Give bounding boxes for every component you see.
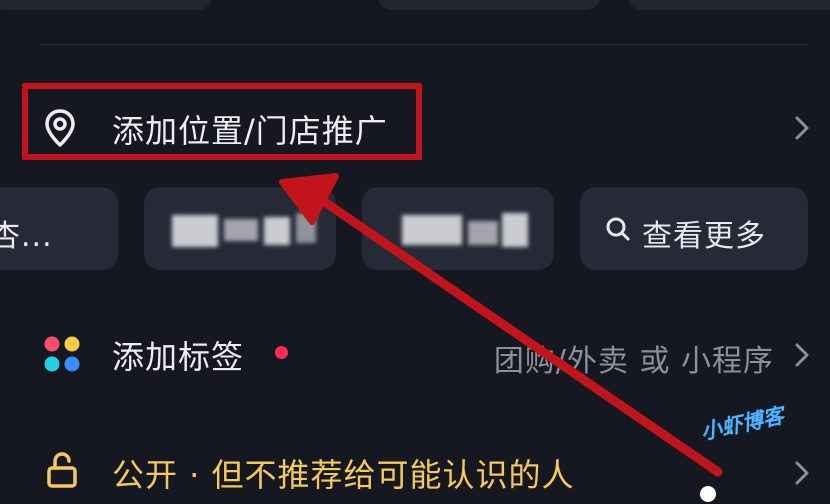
unlock-icon	[46, 452, 78, 488]
top-chip-partial[interactable]	[378, 0, 600, 10]
add-tag-label: 添加标签	[112, 338, 245, 376]
location-chip[interactable]: 杏...	[0, 187, 118, 270]
blurred-text	[468, 221, 498, 245]
location-chip-blurred[interactable]	[144, 187, 336, 270]
top-chip-partial[interactable]	[0, 0, 212, 10]
view-more-label: 查看更多	[642, 219, 766, 254]
new-indicator-dot	[275, 346, 288, 359]
annotation-highlight-box	[22, 83, 422, 160]
blurred-text	[402, 215, 462, 245]
top-chip-partial[interactable]	[628, 0, 830, 10]
blurred-text	[172, 215, 218, 247]
blurred-text	[502, 213, 528, 247]
tag-hint-text: 团购/外卖 或 小程序	[493, 344, 774, 379]
chevron-right-icon	[792, 459, 812, 487]
blurred-text	[224, 219, 258, 241]
location-chip-blurred[interactable]	[362, 187, 554, 270]
colored-dots-icon	[42, 334, 82, 374]
search-icon	[604, 215, 632, 243]
chevron-right-icon	[792, 114, 812, 142]
location-chip-label: 杏...	[0, 219, 53, 254]
visibility-label: 公开 · 但不推荐给可能认识的人	[112, 456, 575, 494]
blurred-text	[264, 217, 290, 245]
divider	[40, 44, 808, 45]
chevron-right-icon	[792, 341, 812, 369]
watermark-text: 小虾博客	[698, 403, 786, 445]
blurred-text	[296, 213, 316, 243]
toggle-knob-partial	[700, 486, 716, 502]
view-more-chip[interactable]: 查看更多	[580, 187, 808, 270]
